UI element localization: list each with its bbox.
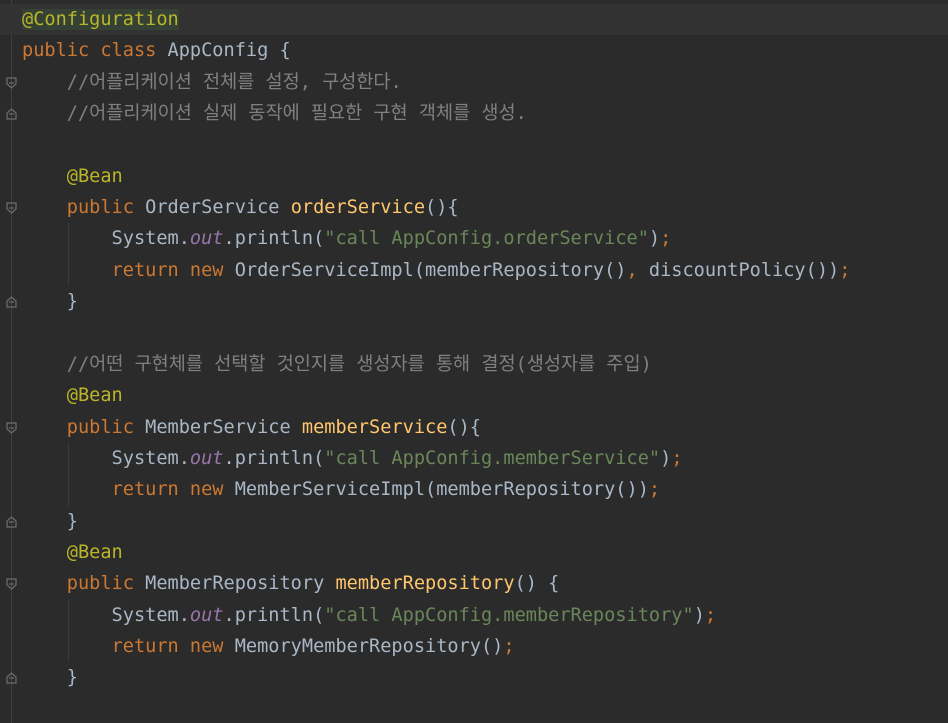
fold-start-icon[interactable] [6,77,17,89]
code-token: .println( [223,447,325,469]
code-line[interactable]: return new MemberServiceImpl(memberRepos… [22,474,661,505]
code-editor[interactable]: @Configuration public class AppConfig { /… [0,0,948,723]
code-token: //어플리케이션 실제 동작에 필요한 구현 객체를 생성. [22,103,527,125]
code-line[interactable]: //어플리케이션 전체를 설정, 구성한다. [22,67,402,98]
code-token: , [626,259,649,281]
code-token: ; [648,479,661,501]
code-token: ; [503,636,515,657]
code-line[interactable]: public MemberRepository memberRepository… [22,568,560,599]
code-token: ; [704,604,717,626]
code-token: } [22,291,78,313]
code-token: orderService [290,197,426,219]
code-token: OrderService [145,197,291,219]
code-line[interactable]: } [22,506,78,537]
code-token: ) [693,604,705,626]
code-token: ) [660,447,672,469]
code-line[interactable]: System.out.println("call AppConfig.membe… [22,600,717,631]
code-token: (){ [447,416,482,438]
code-token: System. [22,447,190,469]
code-token: ; [671,447,683,469]
code-line[interactable]: public class AppConfig { [22,35,291,66]
code-line[interactable]: return new OrderServiceImpl(memberReposi… [22,255,851,286]
code-line[interactable]: return new MemoryMemberRepository(); [22,631,515,662]
code-token: out [189,447,224,469]
code-line[interactable]: System.out.println("call AppConfig.membe… [22,443,683,474]
code-token: public class [22,40,168,62]
code-token: .println( [223,228,325,250]
code-token: "call AppConfig.orderService" [324,228,649,250]
code-token: @Bean [66,385,123,407]
code-token: discountPolicy()) [648,259,840,281]
code-token: return new [111,636,235,657]
code-token: } [22,667,78,689]
code-token: OrderServiceImpl(memberRepository() [234,259,627,281]
code-token: ; [839,259,851,281]
code-token: @Bean [66,165,123,187]
code-token: out [189,228,224,250]
code-token: (){ [425,197,459,219]
code-token: return new [111,479,235,501]
code-token: System. [22,604,190,626]
code-line[interactable]: @Bean [22,161,123,192]
code-token: "call AppConfig.memberService" [324,447,661,469]
code-token: MemoryMemberRepository() [234,636,504,657]
code-line[interactable]: public MemberService memberService(){ [22,412,481,443]
code-line[interactable]: @Bean [22,380,123,411]
code-line[interactable]: //어플리케이션 실제 동작에 필요한 구현 객체를 생성. [22,98,527,129]
code-token: //어떤 구현체를 선택할 것인지를 생성자를 통해 결정(생성자를 주입) [22,353,652,375]
code-line[interactable]: System.out.println("call AppConfig.order… [22,223,672,254]
fold-end-icon[interactable] [6,296,17,308]
code-token: } [22,510,78,532]
code-line[interactable]: //어떤 구현체를 선택할 것인지를 생성자를 통해 결정(생성자를 주입) [22,349,652,380]
code-token: MemberService [145,416,302,438]
code-token: .println( [223,604,325,626]
code-token: public [66,573,146,595]
code-token: "call AppConfig.memberRepository" [324,604,694,626]
code-token: memberRepository [335,573,515,595]
fold-end-icon[interactable] [6,108,17,120]
code-line[interactable]: @Configuration [0,4,948,35]
code-token: MemberServiceImpl(memberRepository()) [234,479,649,501]
code-line[interactable]: public OrderService orderService(){ [22,192,459,223]
code-token: MemberRepository [145,573,336,595]
fold-end-icon[interactable] [6,672,17,684]
code-token: public [66,416,146,438]
fold-end-icon[interactable] [6,515,17,528]
fold-start-icon[interactable] [6,421,17,434]
code-area[interactable]: @Configuration public class AppConfig { /… [0,0,948,723]
code-token: ; [660,228,672,250]
code-token: @Configuration [22,9,179,30]
code-token: out [189,604,224,626]
code-line[interactable]: } [22,662,78,693]
code-token: ) [648,228,661,250]
code-line[interactable]: } [22,286,78,317]
code-token: memberService [301,416,448,438]
code-token: () { [514,573,560,595]
code-token: @Bean [66,541,123,563]
code-token: //어플리케이션 전체를 설정, 구성한다. [22,71,402,93]
code-token: return new [111,259,235,281]
fold-start-icon[interactable] [6,202,17,214]
code-line[interactable]: @Bean [22,537,123,568]
code-token: System. [22,228,190,250]
fold-start-icon[interactable] [6,578,17,591]
code-token: public [66,197,146,219]
code-token: AppConfig { [167,40,291,62]
